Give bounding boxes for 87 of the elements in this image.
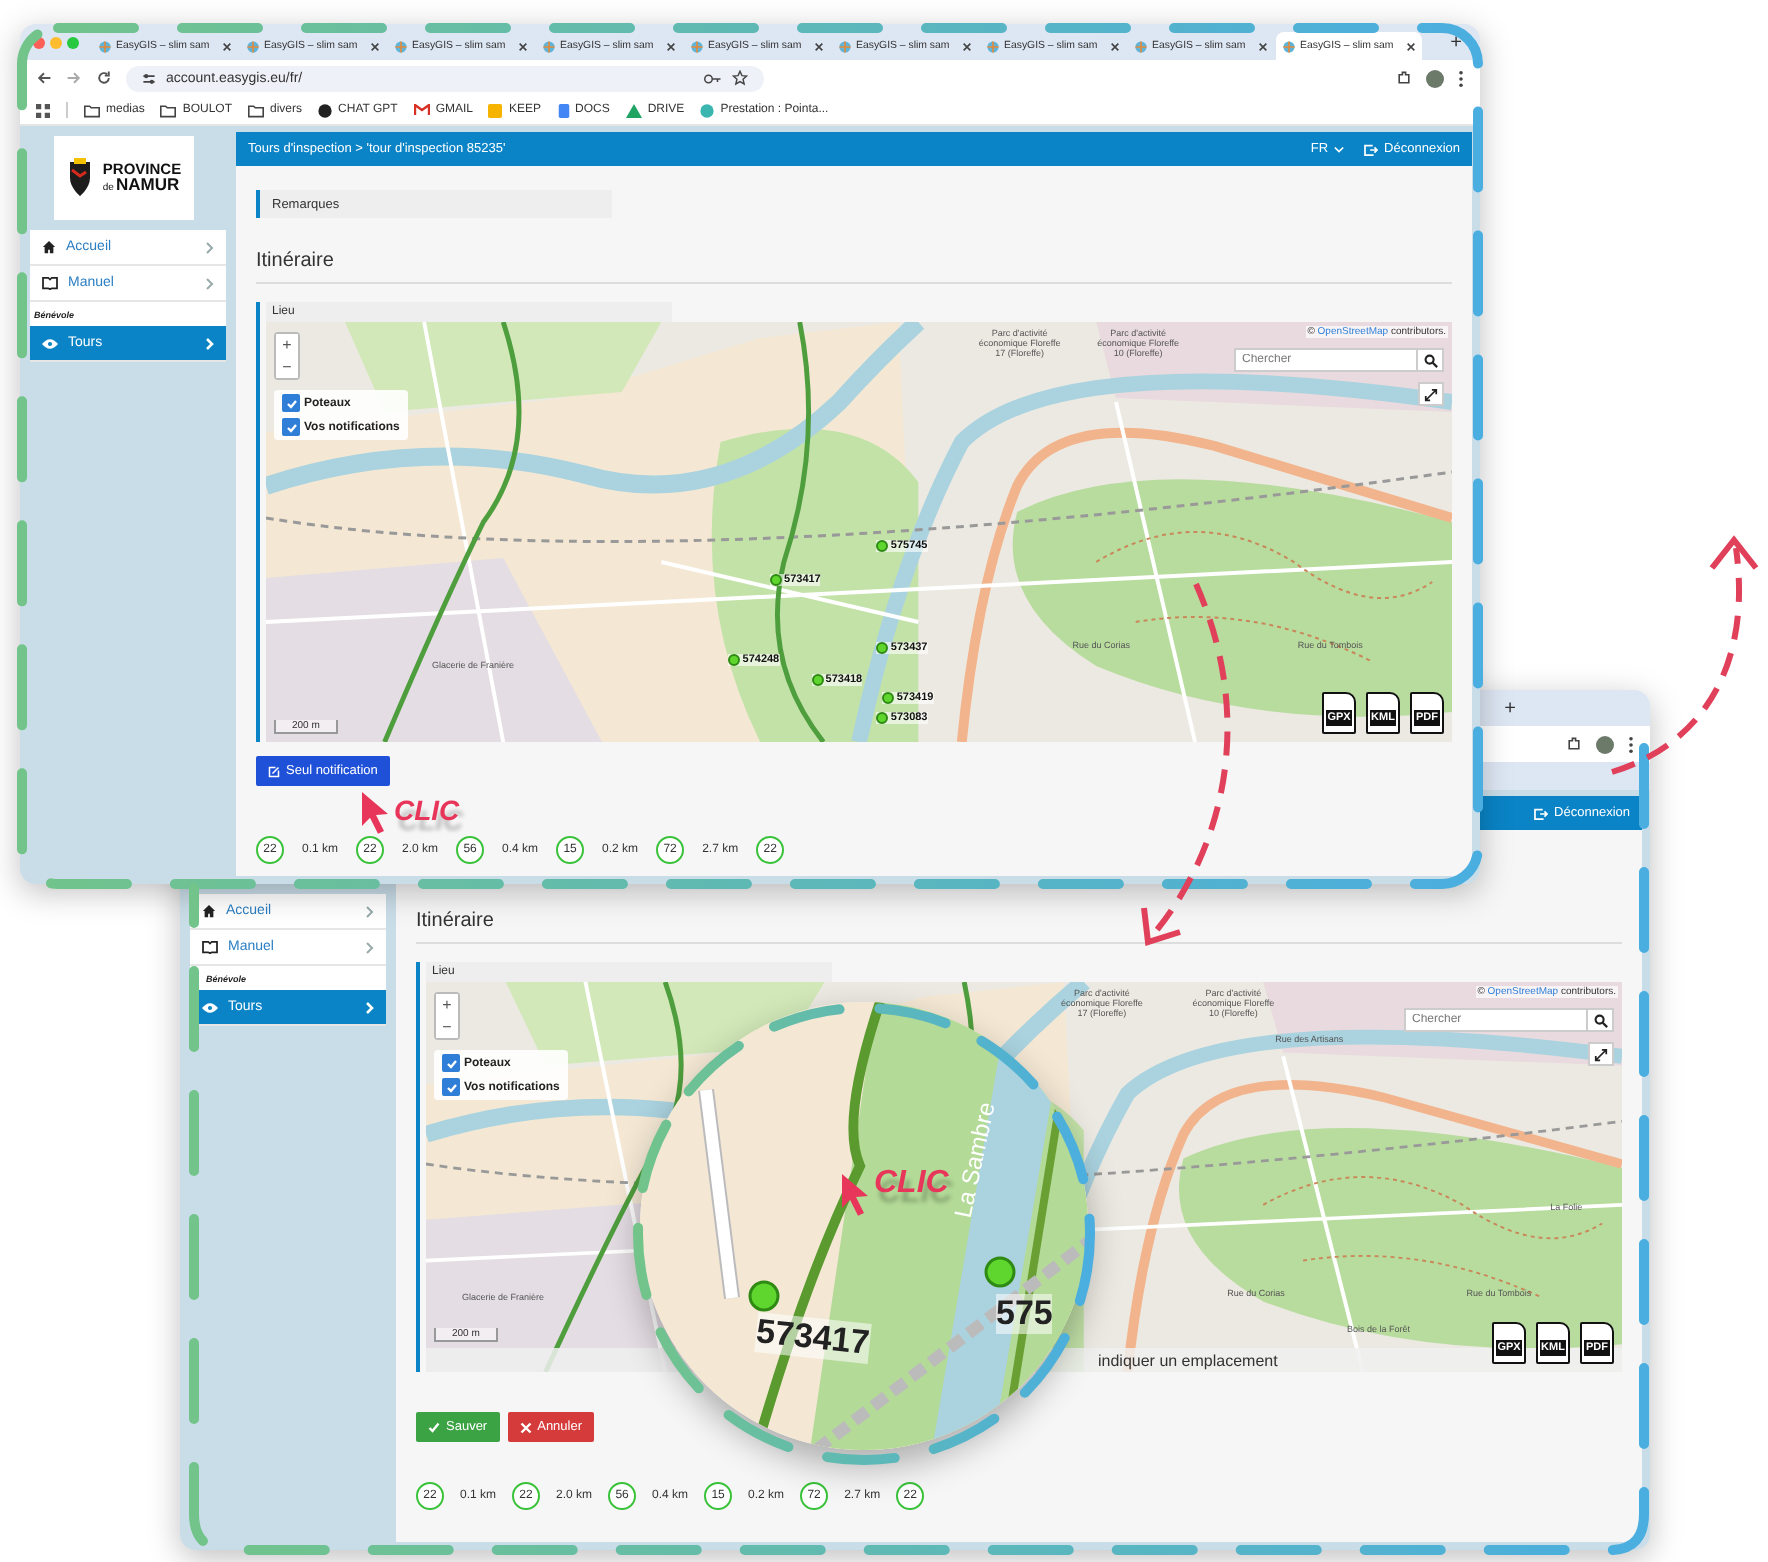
eye-icon xyxy=(202,1001,218,1013)
back-icon[interactable] xyxy=(36,70,52,86)
river-label: La Sambre xyxy=(948,1099,1001,1221)
expand-icon xyxy=(1594,1047,1608,1061)
search-icon xyxy=(1423,353,1437,367)
home-icon xyxy=(202,904,216,918)
checkbox[interactable] xyxy=(282,418,300,436)
globe-icon xyxy=(838,39,852,53)
zoom-out-button[interactable]: − xyxy=(436,1016,458,1038)
fullscreen-button[interactable] xyxy=(1588,1042,1614,1066)
globe-icon xyxy=(542,39,556,53)
globe-icon xyxy=(690,39,704,53)
envelope-icon xyxy=(413,104,430,116)
checkbox[interactable] xyxy=(442,1054,460,1072)
click-annotation: CLIC xyxy=(394,794,460,826)
exit-icon xyxy=(1534,807,1549,819)
close-icon[interactable] xyxy=(1110,41,1120,51)
marker-dot-icon[interactable] xyxy=(748,1280,780,1312)
extension-icon[interactable] xyxy=(1396,70,1412,86)
search-button[interactable] xyxy=(1588,1008,1614,1032)
marker-dot-icon[interactable] xyxy=(984,1256,1016,1288)
new-tab-button[interactable]: + xyxy=(1444,31,1468,53)
new-tab-button[interactable]: + xyxy=(1498,697,1522,719)
click-annotation: CLIC xyxy=(874,1166,949,1202)
star-icon[interactable] xyxy=(731,70,747,86)
expand-icon xyxy=(1424,387,1438,401)
checkbox[interactable] xyxy=(282,394,300,412)
cursor-icon xyxy=(360,790,392,834)
apps-grid-icon[interactable] xyxy=(36,103,50,117)
circle-logo-icon xyxy=(700,103,715,117)
search-button[interactable] xyxy=(1418,348,1444,372)
zoom-out-button[interactable]: − xyxy=(276,356,298,378)
close-icon[interactable] xyxy=(962,41,972,51)
chevron-icon xyxy=(206,337,214,349)
home-icon xyxy=(42,240,56,254)
section-title: Itinéraire xyxy=(416,910,1622,944)
exit-icon xyxy=(1364,143,1379,155)
close-icon xyxy=(519,1421,532,1433)
close-icon[interactable] xyxy=(1406,41,1416,51)
edit-icon xyxy=(268,765,280,777)
book-icon xyxy=(202,940,218,954)
chevron-icon xyxy=(366,905,374,917)
close-icon[interactable] xyxy=(1258,41,1268,51)
fullscreen-button[interactable] xyxy=(1418,382,1444,406)
document-icon xyxy=(557,103,569,117)
chevron-icon xyxy=(366,941,374,953)
extension-icon[interactable] xyxy=(1566,736,1582,752)
note-icon xyxy=(488,103,503,117)
book-icon xyxy=(42,276,58,290)
folder-icon xyxy=(248,103,265,117)
tune-icon[interactable] xyxy=(142,71,156,85)
section-title: Itinéraire xyxy=(256,250,1452,284)
close-icon[interactable] xyxy=(666,41,676,51)
globe-icon xyxy=(394,39,408,53)
key-icon[interactable] xyxy=(703,71,721,85)
zoom-in-button[interactable]: + xyxy=(436,994,458,1016)
triangle-logo-icon xyxy=(625,103,642,117)
marker-label: 575 xyxy=(996,1294,1053,1334)
globe-icon xyxy=(246,39,260,53)
globe-icon xyxy=(1282,39,1296,53)
checkbox[interactable] xyxy=(442,1078,460,1096)
search-icon xyxy=(1593,1013,1607,1027)
circle-logo-icon xyxy=(318,103,333,117)
cursor-icon xyxy=(840,1172,872,1216)
marker-label: 573417 xyxy=(754,1312,872,1364)
check-icon xyxy=(428,1421,440,1433)
eye-icon xyxy=(42,337,58,349)
chevron-icon xyxy=(366,1001,374,1013)
close-icon[interactable] xyxy=(518,41,528,51)
globe-icon xyxy=(98,39,112,53)
caret-icon xyxy=(1334,145,1345,153)
close-icon[interactable] xyxy=(814,41,824,51)
close-icon[interactable] xyxy=(370,41,380,51)
chevron-icon xyxy=(206,241,214,253)
globe-icon xyxy=(1134,39,1148,53)
avatar-icon[interactable] xyxy=(1426,69,1444,87)
menu-icon[interactable] xyxy=(1458,69,1464,87)
chevron-icon xyxy=(206,277,214,289)
avatar-icon[interactable] xyxy=(1596,735,1614,753)
folder-icon xyxy=(84,103,100,117)
folder-icon xyxy=(160,103,177,117)
map-hint: indiquer un emplacement xyxy=(1098,1351,1278,1369)
menu-icon[interactable] xyxy=(1628,735,1634,753)
reload-icon[interactable] xyxy=(96,70,112,86)
zoom-in-button[interactable]: + xyxy=(276,334,298,356)
globe-icon xyxy=(986,39,1000,53)
close-icon[interactable] xyxy=(222,41,232,51)
